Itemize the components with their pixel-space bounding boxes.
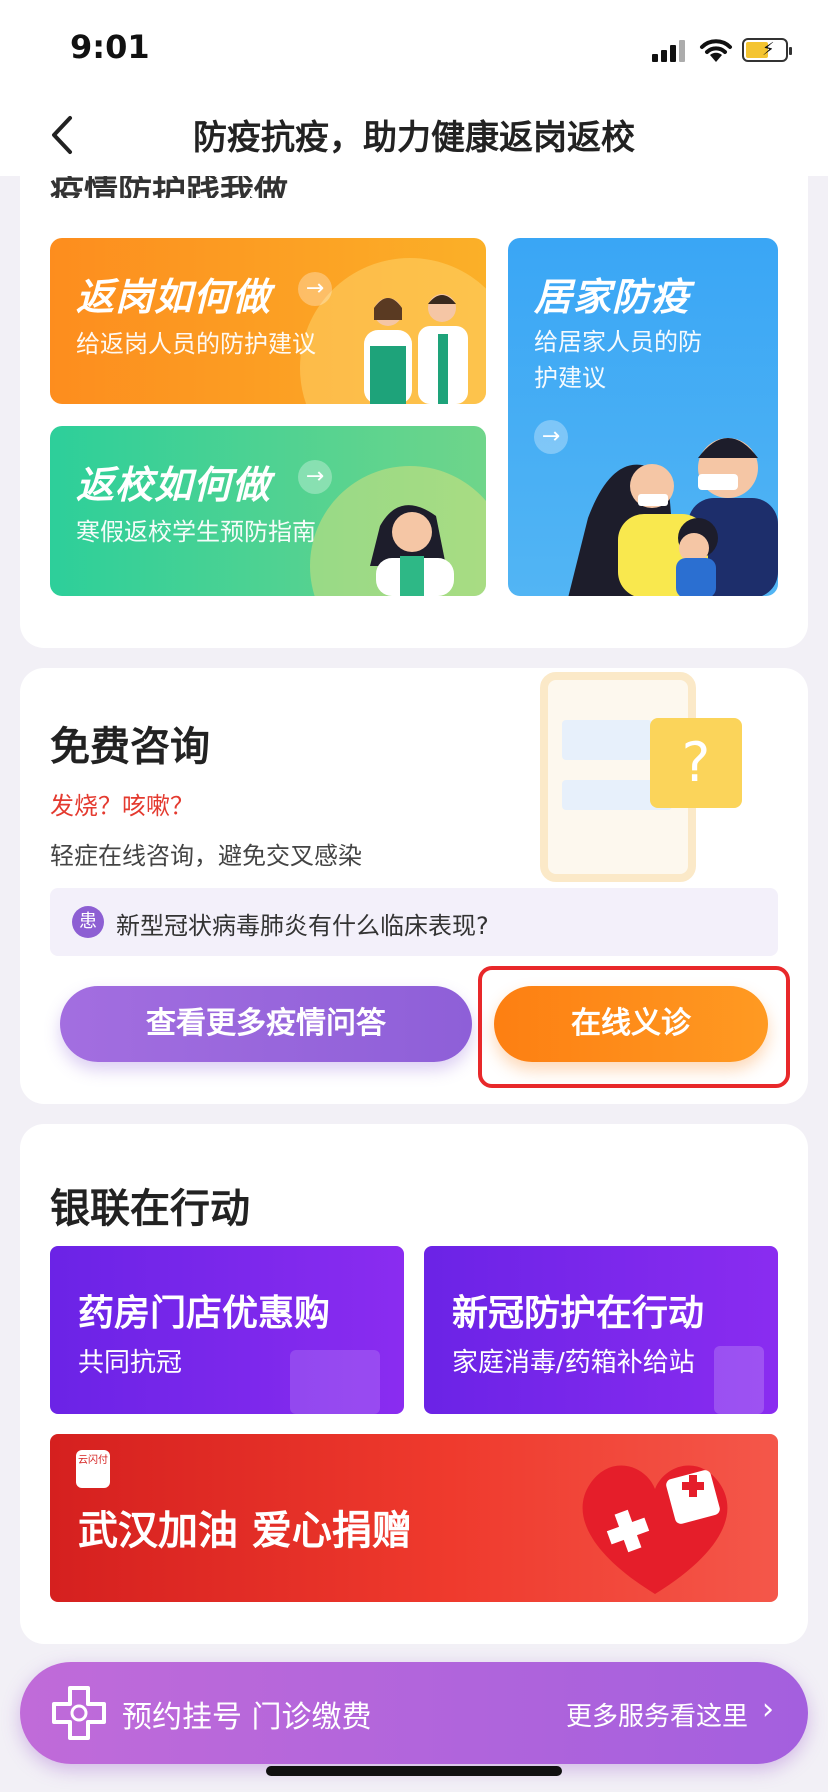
return-to-work-tile[interactable]: 返岗如何做 → 给返岗人员的防护建议 <box>50 238 486 404</box>
patient-badge: 患 <box>72 906 104 938</box>
service-bar-left-text: 预约挂号 门诊缴费 <box>122 1700 372 1735</box>
heart-cross-icon <box>582 1465 728 1594</box>
pharmacy-promo-banner[interactable]: 药房门店优惠购 共同抗冠 <box>50 1246 404 1414</box>
return-to-school-tile[interactable]: 返校如何做 → 寒假返校学生预防指南 <box>50 426 486 596</box>
page: 9:01 ⚡ 防疫抗疫，助力健康返岗返校 疫情防护践我做 返岗如何做 → 给返岗… <box>0 0 828 1792</box>
more-services-link[interactable]: 更多服务看这里 <box>566 1696 748 1733</box>
home-prevention-tile[interactable]: 居家防疫 给居家人员的防护建议 → <box>508 238 778 596</box>
page-title: 防疫抗疫，助力健康返岗返校 <box>193 118 635 158</box>
status-bar: 9:01 ⚡ <box>0 0 828 96</box>
chevron-right-icon: › <box>762 1692 774 1727</box>
medical-cross-icon <box>52 1686 106 1740</box>
medicine-bottle-icon <box>714 1346 764 1414</box>
tile-subtitle: 给返岗人员的防护建议 <box>76 330 316 358</box>
consult-symptoms: 发烧？咳嗽？ <box>50 792 194 820</box>
faq-question-item[interactable]: 患 新型冠状病毒肺炎有什么临床表现? <box>50 888 778 956</box>
signal-icon <box>652 40 688 62</box>
store-decor-icon <box>290 1350 380 1414</box>
home-indicator <box>266 1766 562 1776</box>
protection-promo-banner[interactable]: 新冠防护在行动 家庭消毒/药箱补给站 <box>424 1246 778 1414</box>
status-time: 9:01 <box>70 28 150 66</box>
tile-subtitle: 寒假返校学生预防指南 <box>76 518 316 546</box>
tile-title: 返岗如何做 <box>76 275 272 319</box>
tile-subtitle: 给居家人员的防护建议 <box>534 328 702 392</box>
highlight-box <box>478 966 790 1088</box>
tile-title: 居家防疫 <box>534 275 691 319</box>
donation-banner[interactable]: 云闪付 武汉加油 爱心捐赠 <box>50 1434 778 1602</box>
unionpay-logo: 云闪付 <box>76 1450 110 1488</box>
promo-title: 药房门店优惠购 <box>78 1293 331 1334</box>
consult-title: 免费咨询 <box>50 724 210 770</box>
nav-bar: 防疫抗疫，助力健康返岗返校 <box>0 96 828 176</box>
question-bubble-icon: ? <box>650 718 742 808</box>
battery-icon: ⚡ <box>742 38 792 62</box>
workers-illustration-icon <box>364 294 468 404</box>
service-bar[interactable]: 预约挂号 门诊缴费 更多服务看这里 › <box>20 1662 808 1764</box>
tile-title: 返校如何做 <box>76 463 272 507</box>
banner-title: 武汉加油 爱心捐赠 <box>78 1508 412 1554</box>
faq-question-text: 新型冠状病毒肺炎有什么临床表现? <box>116 912 489 940</box>
family-illustration-icon <box>568 438 778 596</box>
wifi-icon <box>700 39 732 62</box>
action-title: 银联在行动 <box>50 1186 250 1232</box>
student-illustration-icon <box>370 505 454 596</box>
arrow-right-icon: → <box>298 272 332 306</box>
promo-subtitle: 家庭消毒/药箱补给站 <box>452 1348 695 1378</box>
promo-title: 新冠防护在行动 <box>452 1293 705 1334</box>
more-faq-button[interactable]: 查看更多疫情问答 <box>60 986 472 1062</box>
promo-subtitle: 共同抗冠 <box>78 1348 183 1378</box>
arrow-right-icon: → <box>298 460 332 494</box>
consult-description: 轻症在线咨询，避免交叉感染 <box>50 842 362 870</box>
